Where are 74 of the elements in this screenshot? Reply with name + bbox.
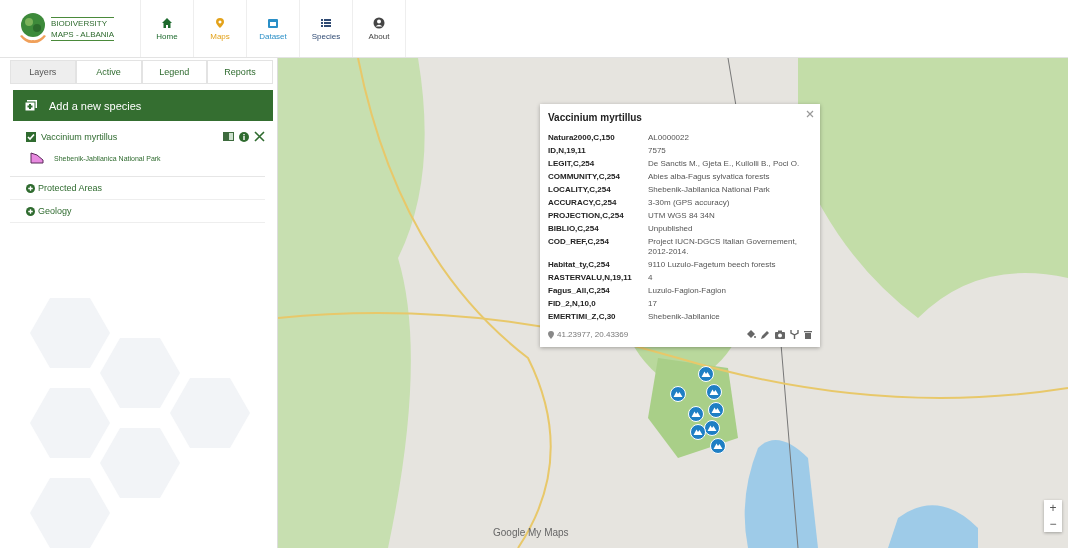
attribute-name: LEGIT,C,254 (548, 159, 596, 169)
attribute-name: ACCURACY,C,254 (548, 198, 618, 208)
list-icon (320, 16, 332, 29)
attribute-name: COMMUNITY,C,254 (548, 172, 621, 182)
attribute-value: De Sanctis M., Gjeta E., Kullolli B., Poci O. (648, 159, 801, 169)
attribute-name: BIBLIO,C,254 (548, 224, 600, 234)
nav-link[interactable]: About (353, 0, 406, 57)
layer-checkbox[interactable] (26, 131, 36, 142)
map-pin-icon (548, 330, 554, 339)
mountain-marker-icon[interactable] (698, 366, 714, 382)
map-brand-label: Google My Maps (493, 527, 569, 538)
attribute-name: ID,N,19,11 (548, 146, 587, 156)
popup-title: Vaccinium myrtillus (548, 112, 643, 123)
attribute-name: Natura2000,C,150 (548, 133, 616, 143)
layer-group-toggle[interactable]: Protected Areas (10, 177, 265, 200)
close-icon[interactable] (806, 110, 814, 118)
logo-title: BIODIVERSITY (51, 17, 108, 29)
logo-subtitle: MAPS - ALBANIA (51, 28, 115, 40)
mountain-marker-icon[interactable] (688, 406, 704, 422)
attribute-name: PROJECTION,C,254 (548, 211, 625, 221)
attribute-value: 7575 (648, 146, 667, 156)
attribute-value: AL0000022 (648, 133, 690, 143)
attribute-name: Fagus_All,C,254 (548, 286, 611, 296)
coordinates: 41.23977, 20.43369 (557, 330, 630, 339)
attribute-value: Luzulo-Fagion-Fagion (648, 286, 727, 296)
attribute-name: LOCALITY,C,254 (548, 185, 612, 195)
map-pin-icon (214, 16, 226, 29)
mountain-marker-icon[interactable] (690, 424, 706, 440)
sidebar-tab[interactable]: Reports (207, 60, 273, 84)
fork-icon[interactable] (790, 330, 799, 339)
sidebar-tab[interactable]: Active (75, 60, 142, 84)
attribute-value: 9110 Luzulo-Fagetum beech forests (648, 260, 777, 270)
nav-link[interactable]: Species (300, 0, 353, 57)
home-icon (161, 16, 173, 29)
attribute-value: 3-30m (GPS accuracy) (648, 198, 731, 208)
pencil-icon[interactable] (761, 330, 770, 339)
sidebar-tab[interactable]: Legend (141, 60, 208, 84)
mountain-marker-icon[interactable] (670, 386, 686, 402)
attribute-value: Abies alba-Fagus sylvatica forests (648, 172, 771, 182)
mountain-marker-icon[interactable] (710, 438, 726, 454)
globe-hands-logo-icon (18, 11, 48, 46)
attribute-value: Shebenik-Jabllanice (648, 312, 721, 322)
attribute-name: Habitat_ty,C,254 (548, 260, 611, 270)
nav-link[interactable]: Dataset (247, 0, 300, 57)
table-icon[interactable] (223, 132, 234, 141)
user-icon (373, 16, 385, 29)
attribute-value: Unpublished (648, 224, 694, 234)
paint-bucket-icon[interactable] (746, 330, 756, 339)
plus-circle-icon (26, 206, 35, 216)
add-card-icon (25, 100, 37, 111)
attribute-value: UTM WGS 84 34N (648, 211, 716, 221)
mountain-marker-icon[interactable] (706, 384, 722, 400)
attribute-value: Project IUCN-DGCS Italian Governement, 2012-2014. (648, 237, 798, 257)
camera-icon[interactable] (775, 330, 785, 339)
attribute-name: COD_REF,C,254 (548, 237, 610, 248)
trash-icon[interactable] (804, 330, 812, 339)
attribute-name: FID_2,N,10,0 (548, 299, 597, 309)
mountain-marker-icon[interactable] (708, 402, 724, 418)
attribute-value: Shebenik-Jabllanica National Park (648, 185, 771, 195)
plus-circle-icon (26, 183, 35, 193)
info-icon[interactable] (239, 131, 249, 142)
layer-group-toggle[interactable]: Geology (10, 200, 265, 223)
layer-name[interactable]: Vaccinium myrtillus (41, 131, 218, 142)
attribute-name: RASTERVALU,N,19,11 (548, 273, 633, 283)
attribute-value: 4 (648, 273, 654, 283)
sidebar-tab[interactable]: Layers (10, 60, 76, 84)
attribute-name: EMERTIMI_Z,C,30 (548, 312, 617, 322)
zoom-in-button[interactable]: + (1044, 500, 1062, 516)
attribute-value: 17 (648, 299, 658, 309)
dataset-icon (267, 16, 279, 29)
add-species-button[interactable]: Add a new species (13, 90, 273, 121)
close-icon[interactable] (254, 131, 265, 142)
nav-link[interactable]: Home (141, 0, 194, 57)
zoom-out-button[interactable]: − (1044, 516, 1062, 532)
